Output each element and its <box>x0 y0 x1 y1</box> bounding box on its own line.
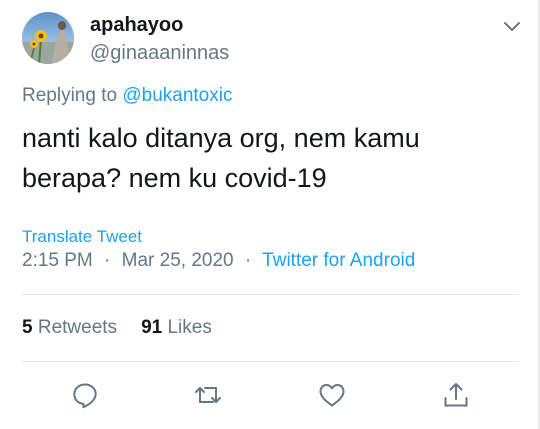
tweet-text: nanti kalo ditanya org, nem kamu berapa?… <box>22 123 420 193</box>
reply-button[interactable] <box>70 380 100 410</box>
tweet-meta: 2:15 PM · Mar 25, 2020 · Twitter for And… <box>22 249 415 273</box>
tweet-time[interactable]: 2:15 PM <box>22 250 93 271</box>
tweet-client-link[interactable]: Twitter for Android <box>262 250 415 271</box>
retweets-label: Retweets <box>37 317 118 338</box>
likes-stat[interactable]: 91 Likes <box>141 317 212 338</box>
author-handle[interactable]: @ginaaaninnas <box>90 40 229 66</box>
heart-icon <box>319 384 345 407</box>
share-icon <box>444 383 468 407</box>
like-button[interactable] <box>317 380 347 410</box>
author-display-name[interactable]: apahayoo <box>90 12 229 38</box>
likes-count: 91 <box>141 317 163 338</box>
replying-to: Replying to @bukantoxic <box>22 84 232 108</box>
tweet-actions <box>0 380 540 412</box>
tweet-header: apahayoo @ginaaaninnas <box>22 12 522 70</box>
tweet-detail: apahayoo @ginaaaninnas Replying to @buka… <box>0 0 540 429</box>
retweets-stat[interactable]: 5 Retweets <box>22 317 117 338</box>
reply-mention-link[interactable]: @bukantoxic <box>122 85 232 106</box>
divider <box>22 294 518 295</box>
tweet-date[interactable]: Mar 25, 2020 <box>122 250 234 271</box>
retweet-icon <box>195 387 221 403</box>
avatar[interactable] <box>22 12 74 64</box>
retweets-count: 5 <box>22 317 33 338</box>
likes-label: Likes <box>167 317 212 338</box>
chevron-down-icon[interactable] <box>500 14 524 38</box>
translate-tweet-link[interactable]: Translate Tweet <box>22 227 142 247</box>
meta-separator: · <box>244 250 252 271</box>
reply-icon <box>73 383 97 409</box>
avatar-image <box>22 21 74 64</box>
author-names: apahayoo @ginaaaninnas <box>90 12 229 66</box>
replying-to-label: Replying to <box>22 85 118 106</box>
meta-separator: · <box>104 250 111 271</box>
divider <box>22 361 518 362</box>
tweet-stats: 5 Retweets 91 Likes <box>22 316 212 340</box>
share-button[interactable] <box>441 380 471 410</box>
retweet-button[interactable] <box>193 380 223 410</box>
